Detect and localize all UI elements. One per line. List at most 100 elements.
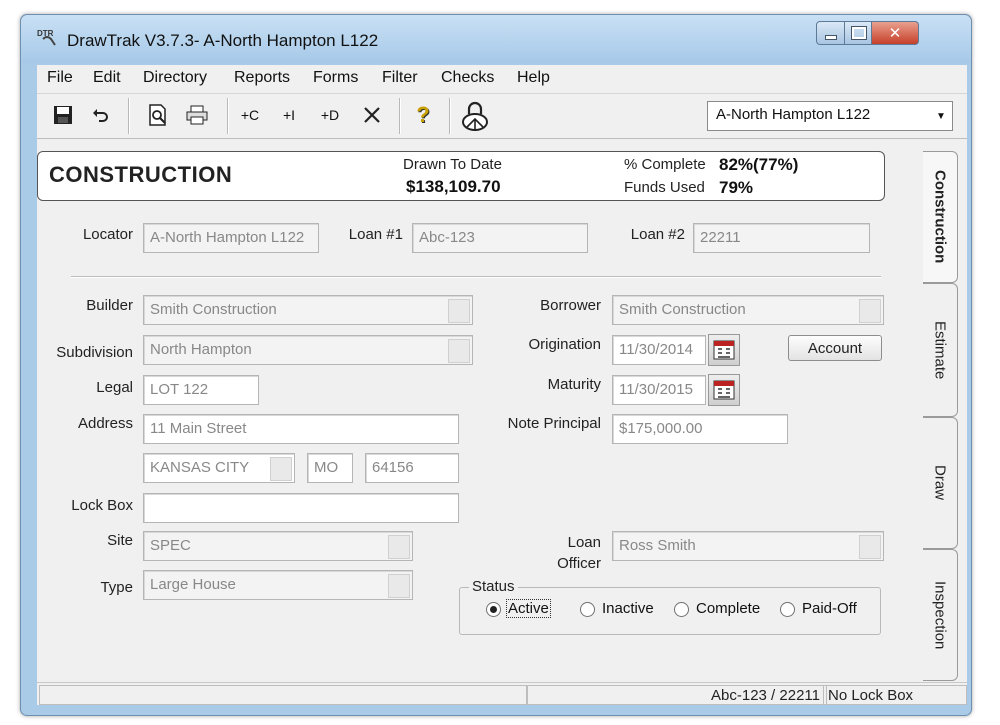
close-button[interactable]: ✕ [871, 21, 919, 45]
status-inactive-label[interactable]: Inactive [602, 600, 654, 617]
borrower-dropdown-button[interactable] [859, 299, 881, 323]
address-city-select[interactable]: KANSAS CITY [143, 453, 295, 483]
delete-x-icon [364, 107, 380, 123]
undo-button[interactable] [89, 102, 113, 128]
tab-inspection[interactable]: Inspection [923, 549, 958, 681]
builder-dropdown-button[interactable] [448, 299, 470, 323]
address-state-field[interactable]: MO [307, 453, 353, 483]
tab-estimate[interactable]: Estimate [923, 283, 958, 417]
chevron-down-icon[interactable]: ▼ [930, 102, 952, 130]
minimize-icon [825, 34, 837, 40]
toolbar-separator [449, 98, 451, 134]
origination-date-field[interactable]: 11/30/2014 [612, 335, 706, 365]
borrower-label: Borrower [540, 297, 601, 314]
address-zip-field[interactable]: 64156 [365, 453, 459, 483]
site-select[interactable]: SPEC [143, 531, 413, 561]
account-button[interactable]: Account [788, 335, 882, 361]
borrower-select[interactable]: Smith Construction [612, 295, 884, 325]
loan1-field[interactable]: Abc-123 [412, 223, 588, 253]
menu-forms[interactable]: Forms [313, 69, 358, 87]
side-tabs: Construction Estimate Draw Inspection [923, 151, 963, 691]
lockbox-label: Lock Box [71, 497, 133, 514]
add-construction-button[interactable]: +C [237, 102, 263, 128]
tab-construction[interactable]: Construction [923, 151, 958, 283]
type-select[interactable]: Large House [143, 570, 413, 600]
site-dropdown-button[interactable] [388, 535, 410, 559]
type-label: Type [100, 579, 133, 596]
save-icon [54, 106, 72, 124]
menu-reports[interactable]: Reports [234, 69, 290, 87]
loan2-field[interactable]: 22211 [693, 223, 870, 253]
page-title: CONSTRUCTION [49, 162, 233, 187]
status-active-label[interactable]: Active [506, 599, 551, 618]
toolbar-separator [128, 98, 130, 134]
origination-calendar-button[interactable] [708, 334, 740, 366]
toolbar-separator [227, 98, 229, 134]
site-label: Site [107, 532, 133, 549]
maturity-date-field[interactable]: 11/30/2015 [612, 375, 706, 405]
locator-field[interactable]: A-North Hampton L122 [143, 223, 319, 253]
status-loan-ref: Abc-123 / 22211 [527, 685, 827, 705]
status-bar: Abc-123 / 22211 No Lock Box [37, 682, 967, 705]
title-bar[interactable]: DTR DrawTrak V3.7.3- A-North Hampton L12… [21, 15, 971, 63]
menu-help[interactable]: Help [517, 69, 550, 87]
loan-officer-select[interactable]: Ross Smith [612, 531, 884, 561]
status-active-radio[interactable] [486, 602, 501, 617]
legal-label: Legal [96, 379, 133, 396]
status-group-label: Status [469, 578, 518, 595]
status-inactive-radio[interactable] [580, 602, 595, 617]
status-cell-empty [39, 685, 527, 705]
menu-edit[interactable]: Edit [93, 69, 121, 87]
drawn-to-date-value: $138,109.70 [406, 177, 501, 196]
subdivision-dropdown-button[interactable] [448, 339, 470, 363]
toolbar-separator [399, 98, 401, 134]
print-preview-button[interactable] [145, 102, 171, 128]
app-logo-icon: DTR [37, 27, 61, 47]
builder-select[interactable]: Smith Construction [143, 295, 473, 325]
maximize-icon [850, 26, 867, 40]
menu-directory[interactable]: Directory [143, 69, 207, 87]
status-complete-label[interactable]: Complete [696, 600, 760, 617]
origination-label: Origination [528, 336, 601, 353]
print-button[interactable] [183, 102, 211, 128]
drawn-to-date-label: Drawn To Date [403, 156, 502, 173]
calendar-icon [713, 380, 735, 400]
help-button[interactable]: ? [411, 102, 435, 128]
printer-icon [186, 105, 208, 125]
address-street-field[interactable]: 11 Main Street [143, 414, 459, 444]
loan-officer-dropdown-button[interactable] [859, 535, 881, 559]
save-button[interactable] [51, 102, 75, 128]
menu-file[interactable]: File [47, 69, 73, 87]
add-draw-button[interactable]: +D [317, 102, 343, 128]
print-preview-icon [149, 104, 166, 126]
menu-checks[interactable]: Checks [441, 69, 494, 87]
toolbar: +C +I +D ? A-North Hampton L122 ▼ [37, 94, 967, 139]
legal-field[interactable]: LOT 122 [143, 375, 259, 405]
tab-draw[interactable]: Draw [923, 417, 958, 549]
city-dropdown-button[interactable] [270, 457, 292, 481]
project-select-value: A-North Hampton L122 [716, 106, 871, 123]
maturity-calendar-button[interactable] [708, 374, 740, 406]
type-dropdown-button[interactable] [388, 574, 410, 598]
status-complete-radio[interactable] [674, 602, 689, 617]
funds-used-value: 79% [719, 178, 754, 197]
percent-complete-label: % Complete [624, 156, 706, 173]
funds-used-label: Funds Used [624, 179, 705, 196]
menu-filter[interactable]: Filter [382, 69, 418, 87]
status-paid-off-label[interactable]: Paid-Off [802, 600, 857, 617]
note-principal-field[interactable]: $175,000.00 [612, 414, 788, 444]
lockbox-field[interactable] [143, 493, 459, 523]
delete-button[interactable] [360, 102, 384, 128]
lock-button[interactable] [459, 99, 491, 133]
lock-icon [462, 101, 488, 131]
maturity-label: Maturity [547, 376, 601, 393]
close-icon: ✕ [888, 25, 902, 42]
subdivision-select[interactable]: North Hampton [143, 335, 473, 365]
address-label: Address [77, 415, 133, 432]
maximize-button[interactable] [844, 21, 873, 45]
add-inspection-button[interactable]: +I [277, 102, 301, 128]
loan-officer-label: Loan Officer [557, 534, 601, 572]
project-select[interactable]: A-North Hampton L122 ▼ [707, 101, 953, 131]
status-paid-off-radio[interactable] [780, 602, 795, 617]
minimize-button[interactable] [816, 21, 846, 45]
